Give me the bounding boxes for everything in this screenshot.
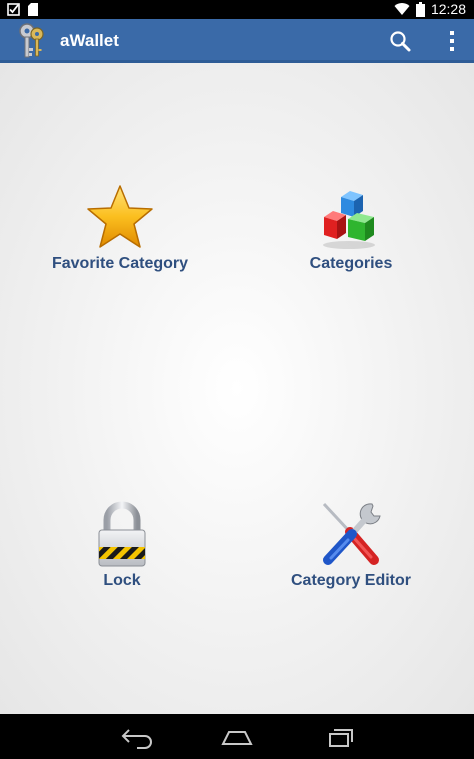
tile-label: Lock [103,572,141,589]
main-dashboard: Favorite Category Categories Lock Catego… [0,63,474,714]
status-bar: 12:28 [0,0,474,19]
app-title: aWallet [60,31,119,50]
recents-icon[interactable] [318,724,358,750]
action-bar: aWallet [0,19,474,63]
navigation-bar [0,714,474,759]
tools-icon [322,502,381,565]
favorite-category-tile[interactable]: Favorite Category [10,183,230,303]
status-time: 12:28 [430,1,466,17]
star-icon [87,185,153,248]
wifi-icon [394,3,410,16]
sd-card-icon [28,3,38,16]
checkbox-notification-icon [7,3,20,16]
padlock-icon [98,501,146,567]
search-icon[interactable] [388,29,412,53]
category-editor-tile[interactable]: Category Editor [241,500,461,620]
overflow-menu-icon[interactable] [446,29,458,53]
keys-icon [19,23,44,58]
cubes-icon [323,191,375,249]
tile-label: Category Editor [290,572,411,589]
lock-tile[interactable]: Lock [12,500,232,620]
home-icon[interactable] [217,724,257,750]
battery-icon [415,1,425,17]
tile-label: Favorite Category [51,255,189,272]
tile-label: Categories [309,255,393,272]
categories-tile[interactable]: Categories [241,183,461,303]
back-icon[interactable] [117,724,157,750]
